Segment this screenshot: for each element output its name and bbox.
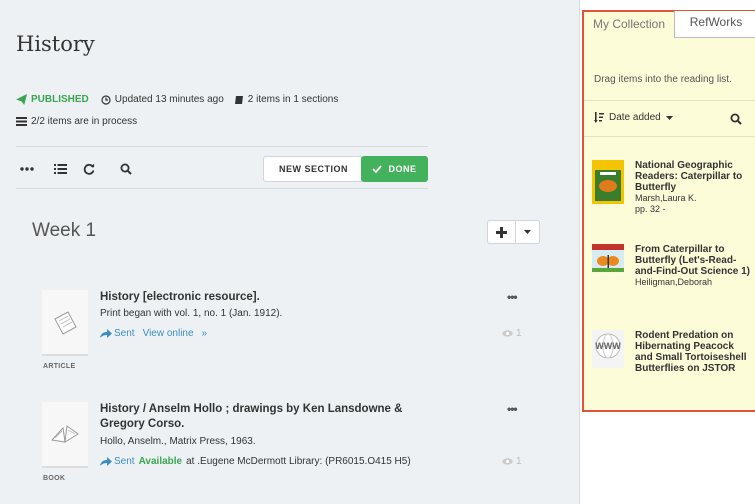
- search-icon[interactable]: [117, 160, 135, 178]
- sort-dropdown[interactable]: Date added: [594, 112, 673, 123]
- sent-status[interactable]: Sent: [100, 456, 135, 467]
- list-view-icon[interactable]: [51, 160, 69, 178]
- view-count-value: 1: [516, 456, 522, 467]
- sent-label: Sent: [114, 328, 135, 339]
- view-count: 1: [502, 328, 522, 339]
- collection-item-title: Rodent Predation on Hibernating Peacock …: [635, 330, 747, 374]
- caret-down-icon: [665, 115, 673, 120]
- sections-text: 2 items in 1 sections: [247, 94, 339, 105]
- divider: [584, 100, 755, 101]
- more-icon[interactable]: [18, 160, 36, 178]
- availability-status[interactable]: Available: [139, 456, 183, 467]
- sent-label: Sent: [114, 456, 135, 467]
- clock-icon: [101, 94, 111, 105]
- book-thumbnail: [42, 402, 88, 468]
- book-cover: [592, 160, 624, 204]
- sort-icon: [594, 112, 604, 123]
- add-item-button[interactable]: [487, 220, 516, 244]
- item-menu-button[interactable]: •••: [507, 290, 518, 304]
- share-icon: [100, 329, 112, 338]
- eye-icon: [502, 330, 513, 337]
- search-icon[interactable]: [730, 112, 742, 130]
- drag-hint: Drag items into the reading list.: [594, 74, 732, 85]
- view-count: 1: [502, 456, 522, 467]
- item-title[interactable]: History / Anselm Hollo ; drawings by Ken…: [100, 402, 450, 432]
- item-menu-button[interactable]: •••: [507, 402, 518, 416]
- check-icon: [372, 165, 383, 173]
- eye-icon: [502, 458, 513, 465]
- open-book-icon: [50, 425, 79, 443]
- divider: [16, 146, 428, 147]
- book-cover: [592, 244, 624, 288]
- section-title: Week 1: [32, 220, 97, 241]
- done-button[interactable]: DONE: [361, 156, 428, 182]
- view-count-value: 1: [516, 328, 522, 339]
- view-online-link[interactable]: View online: [143, 328, 194, 339]
- published-status: PUBLISHED: [16, 94, 89, 105]
- process-text: 2/2 items are in process: [31, 116, 138, 127]
- status-row: PUBLISHED Updated 13 minutes ago 2 items…: [16, 94, 348, 105]
- section-controls: [487, 220, 540, 244]
- plus-icon: [496, 226, 507, 238]
- toolbar: NEW SECTION DONE: [18, 156, 428, 182]
- share-icon: [100, 457, 112, 466]
- collection-item-text: From Caterpillar to Butterfly (Let's-Rea…: [635, 244, 753, 288]
- collection-item-author: Marsh,Laura K.: [635, 193, 697, 203]
- tab-refworks[interactable]: RefWorks: [674, 11, 755, 38]
- collection-item-title: National Geographic Readers: Caterpillar…: [635, 160, 743, 193]
- collection-item-text: National Geographic Readers: Caterpillar…: [635, 160, 753, 215]
- updated-text: Updated 13 minutes ago: [114, 94, 224, 105]
- item-type: BOOK: [43, 475, 66, 482]
- status-label: PUBLISHED: [31, 94, 89, 105]
- collection-item-author: Heiligman,Deborah: [635, 277, 713, 287]
- done-label: DONE: [388, 164, 417, 174]
- item-title[interactable]: History [electronic resource].: [100, 290, 450, 305]
- section-menu-button[interactable]: [516, 220, 540, 244]
- divider: [16, 188, 428, 189]
- item-subtitle: Hollo, Anselm., Matrix Press, 1963.: [100, 436, 256, 447]
- sort-label: Date added: [609, 112, 661, 123]
- updated-info: Updated 13 minutes ago: [101, 94, 224, 105]
- new-section-button[interactable]: NEW SECTION: [263, 156, 364, 182]
- reading-list-editor: History PUBLISHED Updated 13 minutes ago…: [0, 0, 580, 504]
- refresh-icon[interactable]: [80, 160, 98, 178]
- collection-item-pages: pp. 32 -: [635, 204, 666, 214]
- www-label: WWW: [595, 341, 621, 351]
- process-info: 2/2 items are in process: [16, 116, 137, 127]
- item-subtitle: Print began with vol. 1, no. 1 (Jan. 191…: [100, 308, 283, 319]
- web-resource-thumbnail: WWW: [592, 330, 624, 374]
- paper-plane-icon: [16, 94, 27, 105]
- collection-panel: My Collection RefWorks Drag items into t…: [582, 10, 755, 412]
- location-text: at .Eugene McDermott Library: (PR6015.O4…: [186, 456, 411, 467]
- collection-item-text: Rodent Predation on Hibernating Peacock …: [635, 330, 753, 374]
- chevron-right-icon: »: [201, 328, 208, 339]
- collection-item-title: From Caterpillar to Butterfly (Let's-Rea…: [635, 244, 751, 277]
- item-actions: Sent View online »: [100, 328, 207, 339]
- page-title: History: [16, 32, 95, 56]
- sections-info: 2 items in 1 sections: [234, 94, 339, 105]
- caret-down-icon: [524, 230, 531, 234]
- divider: [584, 136, 755, 137]
- item-actions: Sent Available at .Eugene McDermott Libr…: [100, 456, 411, 467]
- document-icon: [54, 311, 77, 335]
- tab-my-collection[interactable]: My Collection: [584, 12, 674, 60]
- book-icon: [234, 95, 243, 104]
- item-type: ARTICLE: [43, 363, 76, 370]
- article-thumbnail: [42, 290, 88, 356]
- list-icon: [16, 117, 27, 126]
- sent-status[interactable]: Sent: [100, 328, 135, 339]
